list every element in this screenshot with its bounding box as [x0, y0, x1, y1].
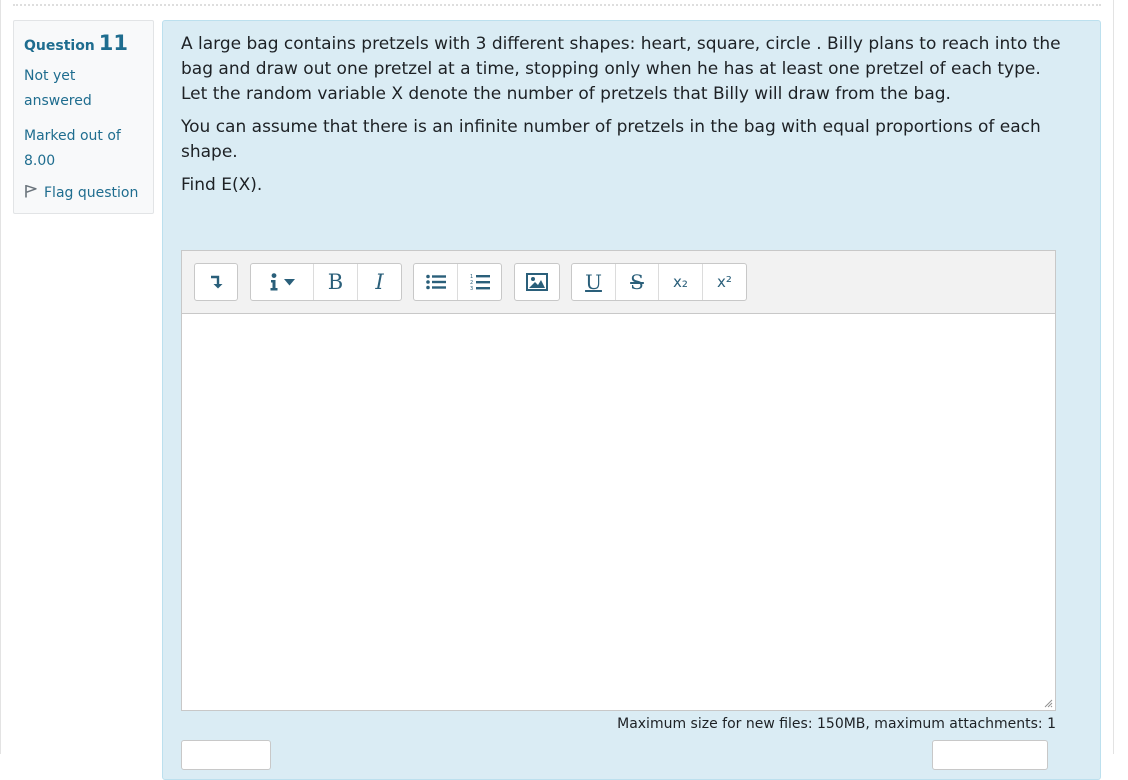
- question-number: Question 11: [24, 31, 128, 55]
- answer-editor: B I 1 2 3 U S x₂ x²: [181, 250, 1056, 711]
- superscript-button[interactable]: x²: [703, 264, 746, 300]
- flag-question-label: Flag question: [44, 185, 139, 201]
- chevron-down-icon: [283, 278, 295, 285]
- subscript-icon: x₂: [673, 273, 688, 291]
- file-picker-view-switch[interactable]: [932, 740, 1048, 770]
- collapse-icon: [211, 275, 223, 289]
- numbered-list-button[interactable]: 1 2 3: [458, 264, 501, 300]
- info-style-icon: [270, 273, 277, 291]
- file-picker-actions[interactable]: [181, 740, 271, 770]
- toolbar-group-lists: 1 2 3: [413, 263, 502, 301]
- question-content: A large bag contains pretzels with 3 dif…: [162, 20, 1101, 780]
- answer-text-area[interactable]: [182, 314, 1055, 710]
- resize-handle-icon[interactable]: [1043, 698, 1053, 708]
- underline-button[interactable]: U: [572, 264, 616, 300]
- question-number-value: 11: [98, 31, 129, 55]
- question-grade: Marked out of 8.00: [24, 128, 121, 169]
- italic-button[interactable]: I: [358, 264, 401, 300]
- file-limits-note: Maximum size for new files: 150MB, maxim…: [617, 716, 1056, 732]
- image-icon: [526, 273, 548, 291]
- numbered-list-icon: 1 2 3: [470, 274, 490, 291]
- insert-image-button[interactable]: [515, 264, 559, 300]
- bold-button[interactable]: B: [314, 264, 358, 300]
- underline-icon: U: [585, 270, 602, 294]
- strikethrough-button[interactable]: S: [616, 264, 659, 300]
- page-left-border: [0, 0, 1, 754]
- toolbar-group-style: B I: [250, 263, 402, 301]
- question-state: Not yet answered: [24, 68, 92, 109]
- question-paragraph-1: A large bag contains pretzels with 3 dif…: [181, 34, 1061, 104]
- toolbar-group-media: [514, 263, 560, 301]
- italic-icon: I: [375, 270, 384, 294]
- question-label: Question: [24, 38, 95, 54]
- paragraph-styles-button[interactable]: [251, 264, 314, 300]
- flag-icon: [24, 184, 38, 202]
- bullet-list-icon: [425, 274, 446, 290]
- bullet-list-button[interactable]: [414, 264, 458, 300]
- question-paragraph-2: You can assume that there is an infinite…: [181, 117, 1041, 162]
- strikethrough-icon: S: [630, 270, 644, 294]
- toolbar-group-collapse: [194, 263, 238, 301]
- subscript-button[interactable]: x₂: [659, 264, 703, 300]
- superscript-icon: x²: [717, 273, 732, 291]
- question-separator: [13, 4, 1101, 9]
- file-picker-toolbar: [181, 740, 1058, 780]
- toolbar-group-format: U S x₂ x²: [571, 263, 747, 301]
- question-text: A large bag contains pretzels with 3 dif…: [181, 32, 1061, 206]
- page-right-border: [1113, 0, 1114, 754]
- question-paragraph-3: Find E(X).: [181, 175, 263, 195]
- flag-question-link[interactable]: Flag question: [24, 184, 138, 202]
- svg-text:3: 3: [470, 286, 473, 291]
- editor-toolbar: B I 1 2 3 U S x₂ x²: [182, 251, 1055, 314]
- question-info-panel: Question 11 Not yet answered Marked out o…: [13, 20, 154, 214]
- collapse-button[interactable]: [195, 264, 237, 300]
- bold-icon: B: [327, 270, 344, 294]
